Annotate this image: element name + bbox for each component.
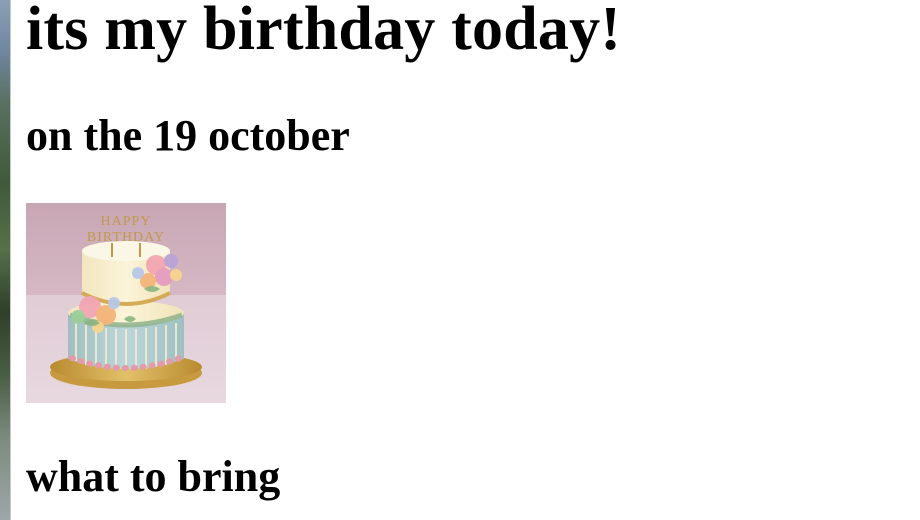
page-title: its my birthday today!	[26, 0, 622, 63]
svg-text:BIRTHDAY: BIRTHDAY	[87, 230, 165, 245]
svg-text:HAPPY: HAPPY	[101, 214, 152, 229]
what-to-bring-heading: what to bring	[26, 452, 281, 501]
birthday-cake-image: HAPPY BIRTHDAY	[26, 203, 226, 403]
background-image-strip	[0, 0, 11, 520]
date-heading: on the 19 october	[26, 111, 350, 160]
